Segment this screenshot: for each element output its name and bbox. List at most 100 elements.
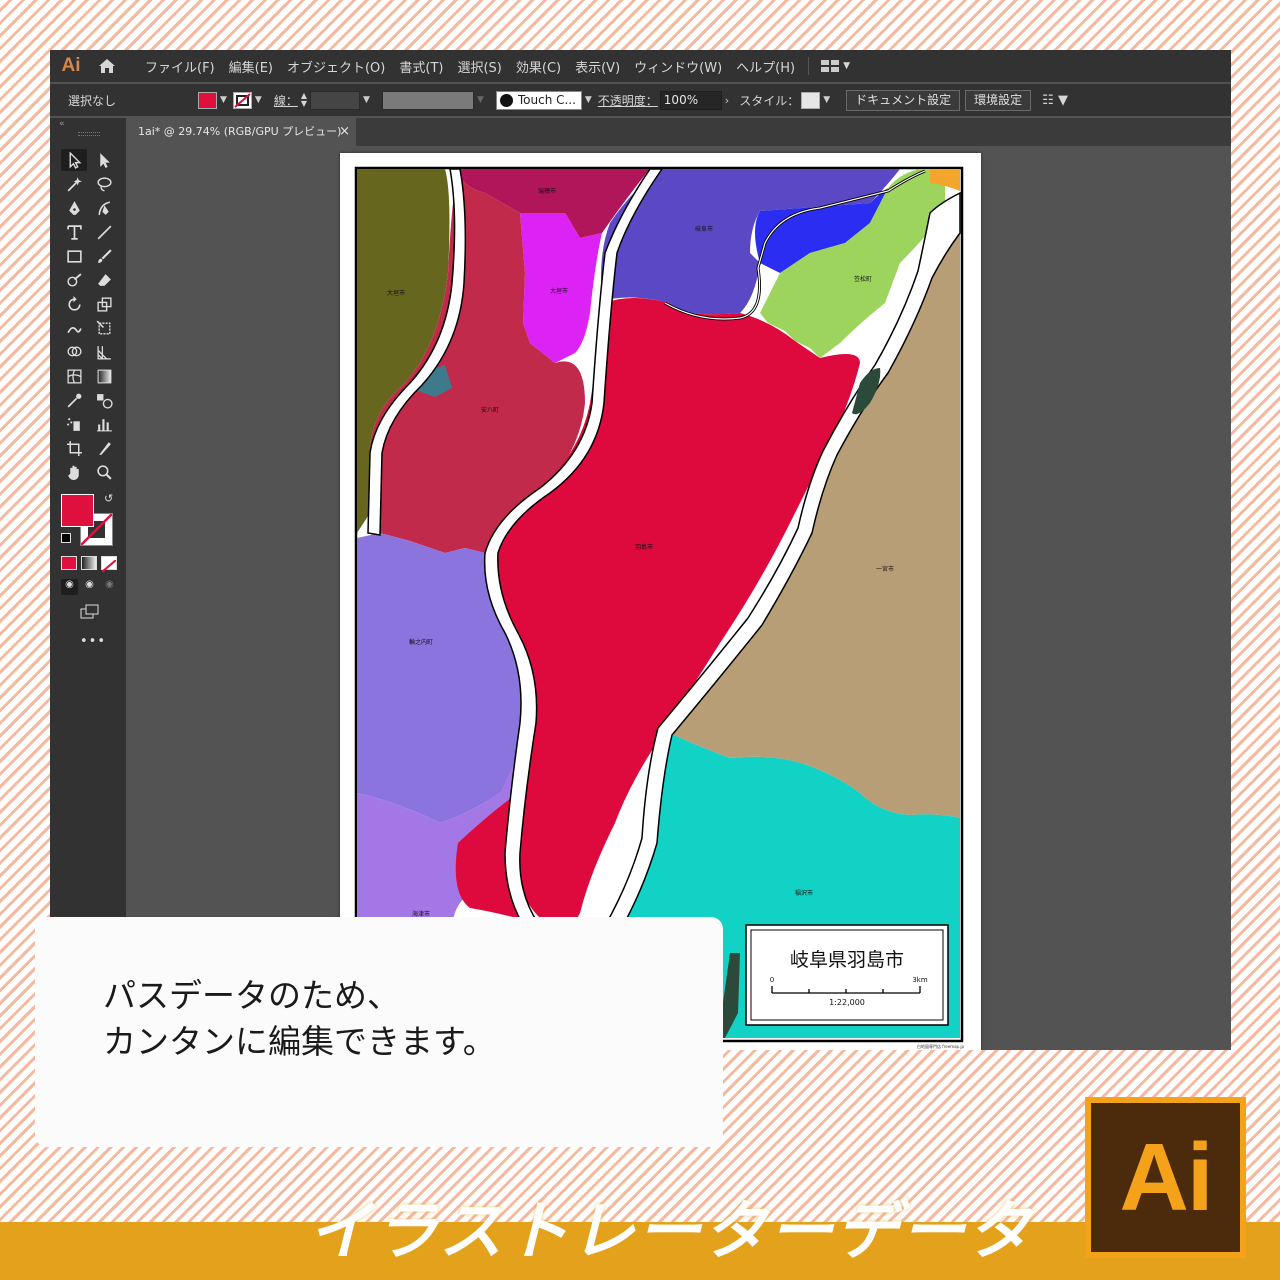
- opacity-label: 不透明度：: [597, 93, 658, 108]
- label-wanouchi: 輪之内町: [409, 638, 433, 646]
- menu-object[interactable]: オブジェクト(O): [280, 57, 392, 76]
- illustrator-window: Ai ファイル(F) 編集(E) オブジェクト(O) 書式(T) 選択(S) 効…: [50, 50, 1231, 1050]
- preferences-button[interactable]: 環境設定: [965, 89, 1032, 111]
- stroke-weight-input[interactable]: [310, 90, 361, 110]
- chevron-down-icon[interactable]: ▼: [255, 95, 262, 105]
- direct-selection-tool-icon[interactable]: [91, 149, 117, 171]
- menu-select[interactable]: 選択(S): [450, 57, 508, 76]
- document-tab-title: 1ai* @ 29.74% (RGB/GPU プレビュー): [138, 125, 342, 138]
- brush-dot-icon: [499, 93, 513, 107]
- perspective-grid-tool-icon[interactable]: [91, 341, 117, 363]
- label-ogaki-center: 大垣市: [550, 287, 568, 295]
- artboard[interactable]: 瑞穂市 岐阜市 大垣市 大垣市 笠松町 安八町 羽島市 一宮市 輪之内町 稲沢市…: [340, 153, 981, 1050]
- curvature-tool-icon[interactable]: [91, 197, 117, 219]
- fill-color-box[interactable]: [61, 494, 94, 527]
- panel-grip[interactable]: [78, 132, 100, 136]
- eraser-tool-icon[interactable]: [91, 269, 117, 291]
- close-icon[interactable]: ×: [339, 118, 350, 146]
- label-anpachi: 安八町: [481, 406, 499, 414]
- mesh-tool-icon[interactable]: [61, 365, 87, 387]
- warp-tool-icon[interactable]: [61, 317, 87, 339]
- zoom-tool-icon[interactable]: [91, 461, 117, 483]
- line-tool-icon[interactable]: [91, 221, 117, 243]
- menu-separator: [808, 57, 810, 75]
- variable-width-profile[interactable]: [381, 90, 474, 110]
- graphic-style-swatch[interactable]: [801, 91, 821, 109]
- slice-tool-icon[interactable]: [91, 437, 117, 459]
- label-ichinomiya: 一宮市: [876, 565, 894, 573]
- swap-fill-stroke-icon[interactable]: ↺: [104, 492, 113, 505]
- blend-tool-icon[interactable]: [91, 389, 117, 411]
- lasso-tool-icon[interactable]: [91, 173, 117, 195]
- control-bar: 選択なし ▼ ▼ 線： ▲ ▼ ▼ ▼ Touch C... ▼ 不透明度： 10…: [50, 84, 1231, 116]
- pen-tool-icon[interactable]: [61, 197, 87, 219]
- draw-inside-icon[interactable]: ◉: [101, 579, 118, 595]
- illustrator-badge-inner: Ai: [1091, 1103, 1240, 1252]
- chevron-down-icon[interactable]: ▼: [363, 95, 370, 105]
- gradient-tool-icon[interactable]: [91, 365, 117, 387]
- menu-edit[interactable]: 編集(E): [222, 57, 280, 76]
- free-transform-tool-icon[interactable]: [91, 317, 117, 339]
- chevron-down-icon[interactable]: ▼: [823, 95, 830, 105]
- arrange-icon[interactable]: ☷ ▼: [1042, 93, 1068, 108]
- color-mode-button[interactable]: [61, 556, 77, 570]
- scale-ratio: 1:22,000: [829, 998, 865, 1007]
- home-icon[interactable]: [92, 50, 122, 82]
- map-title: 岐阜県羽島市: [790, 949, 904, 971]
- tools-panel: « ↺ ◉ ◉ ◉ •••: [50, 118, 126, 1050]
- magic-wand-tool-icon[interactable]: [61, 173, 87, 195]
- artboard-tool-icon[interactable]: [61, 437, 87, 459]
- workspace-switcher[interactable]: ▼: [815, 60, 856, 72]
- default-fill-stroke-icon[interactable]: [61, 533, 71, 543]
- stroke-stepper-icon[interactable]: ▲ ▼: [301, 92, 307, 108]
- document-settings-button[interactable]: ドキュメント設定: [846, 89, 961, 111]
- illustrator-badge: Ai: [1085, 1097, 1246, 1258]
- document-tab-bar: 1ai* @ 29.74% (RGB/GPU プレビュー) ×: [128, 118, 1231, 146]
- opacity-input[interactable]: 100%: [659, 90, 722, 110]
- column-graph-tool-icon[interactable]: [91, 413, 117, 435]
- draw-normal-icon[interactable]: ◉: [61, 579, 78, 595]
- menu-bar: Ai ファイル(F) 編集(E) オブジェクト(O) 書式(T) 選択(S) 効…: [50, 50, 1231, 82]
- style-label: スタイル：: [739, 93, 800, 108]
- banner-title: イラストレーターデータ: [308, 1195, 1033, 1269]
- label-mizuho: 瑞穂市: [538, 187, 556, 195]
- type-tool-icon[interactable]: [61, 221, 87, 243]
- chevron-down-icon[interactable]: ▼: [220, 95, 227, 105]
- chevron-right-icon[interactable]: ›: [725, 94, 729, 107]
- menu-file[interactable]: ファイル(F): [138, 57, 222, 76]
- screen-mode-icon[interactable]: [80, 604, 100, 624]
- menu-window[interactable]: ウィンドウ(W): [627, 57, 729, 76]
- rectangle-tool-icon[interactable]: [61, 245, 87, 267]
- panel-collapse-icon[interactable]: «: [50, 118, 126, 132]
- label-inazawa: 稲沢市: [795, 889, 813, 897]
- stroke-swatch[interactable]: [232, 91, 252, 109]
- caption-line-1: パスデータのため、: [103, 976, 400, 1015]
- hand-tool-icon[interactable]: [61, 461, 87, 483]
- brush-name: Touch C...: [517, 93, 576, 107]
- menu-effect[interactable]: 効果(C): [509, 57, 568, 76]
- gradient-mode-button[interactable]: [81, 556, 97, 570]
- menu-view[interactable]: 表示(V): [568, 57, 627, 76]
- selection-tool-icon[interactable]: [61, 149, 87, 171]
- eyedropper-tool-icon[interactable]: [61, 389, 87, 411]
- document-tab[interactable]: 1ai* @ 29.74% (RGB/GPU プレビュー) ×: [128, 118, 356, 146]
- scale-start-label: 0: [770, 976, 774, 984]
- menu-help[interactable]: ヘルプ(H): [729, 57, 802, 76]
- shaper-tool-icon[interactable]: [61, 269, 87, 291]
- menu-type[interactable]: 書式(T): [392, 57, 450, 76]
- chevron-down-icon[interactable]: ▼: [477, 95, 484, 105]
- scale-tool-icon[interactable]: [91, 293, 117, 315]
- none-mode-button[interactable]: [101, 556, 117, 573]
- draw-behind-icon[interactable]: ◉: [81, 579, 98, 595]
- caption-card: パスデータのため、 カンタンに編集できます。: [35, 917, 723, 1147]
- paintbrush-tool-icon[interactable]: [91, 245, 117, 267]
- app-logo: Ai: [61, 55, 81, 76]
- shape-builder-tool-icon[interactable]: [61, 341, 87, 363]
- chevron-down-icon[interactable]: ▼: [585, 95, 592, 105]
- map-artwork[interactable]: 瑞穂市 岐阜市 大垣市 大垣市 笠松町 安八町 羽島市 一宮市 輪之内町 稲沢市…: [340, 153, 981, 1050]
- rotate-tool-icon[interactable]: [61, 293, 87, 315]
- edit-toolbar-icon[interactable]: •••: [80, 634, 106, 649]
- brush-definition-dropdown[interactable]: Touch C...: [495, 90, 582, 110]
- symbol-sprayer-tool-icon[interactable]: [61, 413, 87, 435]
- fill-swatch[interactable]: [198, 91, 217, 109]
